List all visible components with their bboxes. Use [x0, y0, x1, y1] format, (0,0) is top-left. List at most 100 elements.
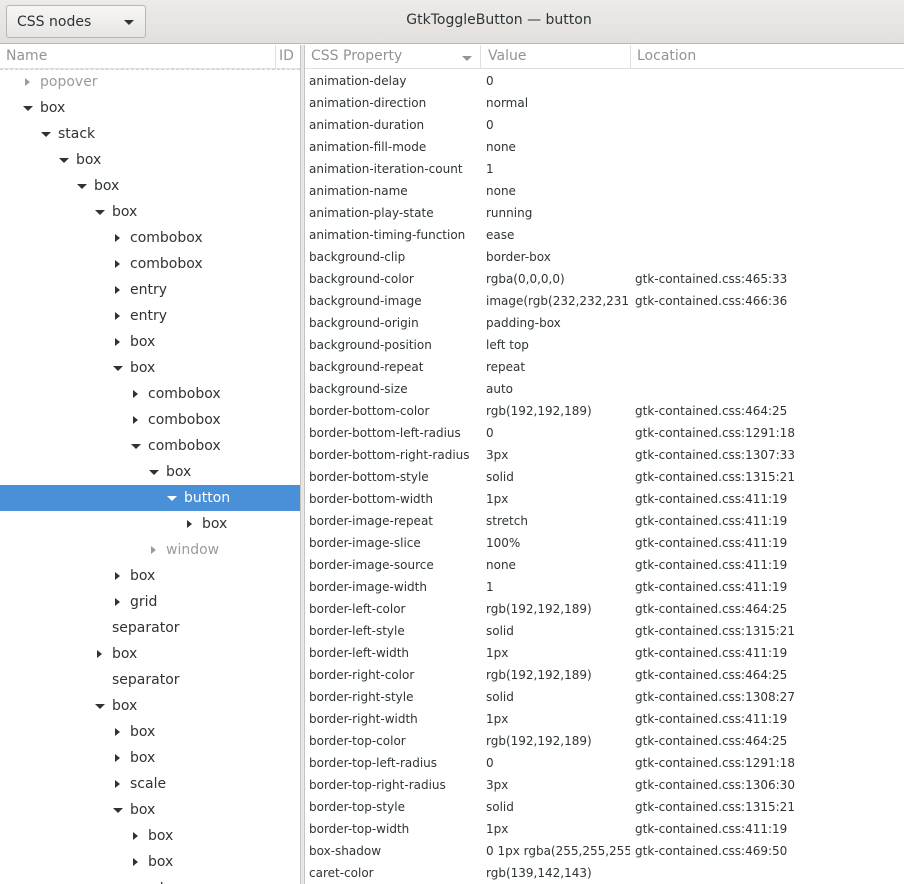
expander-open-icon[interactable]	[59, 158, 69, 163]
expander-closed-icon[interactable]	[115, 312, 120, 320]
property-row[interactable]: background-image image(rgb(232,232,231)) g…	[305, 290, 904, 312]
property-row[interactable]: animation-play-state running	[305, 202, 904, 224]
property-row[interactable]: border-bottom-style solid gtk-contained.cs…	[305, 466, 904, 488]
tree-row[interactable]: scale	[0, 771, 300, 797]
expander-closed-icon[interactable]	[115, 234, 120, 242]
property-row[interactable]: border-right-width 1px gtk-contained.css:4…	[305, 708, 904, 730]
css-property-list[interactable]: CSS Property Value Location animation-de…	[305, 45, 904, 884]
tree-row[interactable]: box	[0, 563, 300, 589]
tree-row[interactable]: entry	[0, 303, 300, 329]
column-header-name[interactable]: Name	[6, 48, 47, 64]
property-row[interactable]: border-right-color rgb(192,192,189) gtk-co…	[305, 664, 904, 686]
property-row[interactable]: border-bottom-width 1px gtk-contained.css:…	[305, 488, 904, 510]
tree-row[interactable]: box	[0, 95, 300, 121]
tree-row[interactable]: box	[0, 797, 300, 823]
tree-row[interactable]: box	[0, 199, 300, 225]
tree-row[interactable]: box	[0, 355, 300, 381]
expander-open-icon[interactable]	[77, 184, 87, 189]
column-header-value[interactable]: Value	[488, 48, 526, 64]
tree-row[interactable]: combobox	[0, 381, 300, 407]
property-row[interactable]: border-image-width 1 gtk-contained.css:411…	[305, 576, 904, 598]
expander-open-icon[interactable]	[113, 366, 123, 371]
expander-closed-icon[interactable]	[115, 780, 120, 788]
tree-row[interactable]: stack	[0, 121, 300, 147]
expander-closed-icon[interactable]	[25, 78, 30, 86]
expander-closed-icon[interactable]	[115, 754, 120, 762]
property-row[interactable]: border-image-slice 100% gtk-contained.css:…	[305, 532, 904, 554]
expander-open-icon[interactable]	[95, 704, 105, 709]
expander-closed-icon[interactable]	[133, 858, 138, 866]
property-row[interactable]: border-left-color rgb(192,192,189) gtk-con…	[305, 598, 904, 620]
expander-open-icon[interactable]	[41, 132, 51, 137]
tree-row[interactable]: window	[0, 537, 300, 563]
property-row[interactable]: animation-iteration-count 1	[305, 158, 904, 180]
property-row[interactable]: border-top-right-radius 3px gtk-contained.…	[305, 774, 904, 796]
tree-row[interactable]: button	[0, 485, 300, 511]
column-header-location[interactable]: Location	[637, 48, 696, 64]
tree-row[interactable]: box	[0, 329, 300, 355]
tree-row[interactable]: combobox	[0, 225, 300, 251]
property-row[interactable]: background-clip border-box	[305, 246, 904, 268]
tree-row[interactable]: combobox	[0, 433, 300, 459]
tree-row[interactable]: combobox	[0, 407, 300, 433]
property-row[interactable]: border-bottom-right-radius 3px gtk-contain…	[305, 444, 904, 466]
tree-row[interactable]: box	[0, 641, 300, 667]
property-row[interactable]: background-position left top	[305, 334, 904, 356]
expander-open-icon[interactable]	[149, 470, 159, 475]
expander-open-icon[interactable]	[167, 496, 177, 501]
column-header-id[interactable]: ID	[279, 48, 294, 64]
property-row[interactable]: caret-color rgb(139,142,143)	[305, 862, 904, 884]
property-row[interactable]: border-right-style solid gtk-contained.css…	[305, 686, 904, 708]
tree-row[interactable]: box	[0, 693, 300, 719]
property-row[interactable]: animation-direction normal	[305, 92, 904, 114]
expander-closed-icon[interactable]	[97, 650, 102, 658]
expander-closed-icon[interactable]	[133, 390, 138, 398]
property-row[interactable]: border-top-width 1px gtk-contained.css:411…	[305, 818, 904, 840]
tree-row[interactable]: box	[0, 147, 300, 173]
property-row[interactable]: box-shadow 0 1px rgba(255,255,255,… gtk-co…	[305, 840, 904, 862]
expander-closed-icon[interactable]	[115, 286, 120, 294]
tree-row[interactable]: separator	[0, 875, 300, 884]
tree-row[interactable]: box	[0, 745, 300, 771]
mode-dropdown[interactable]: CSS nodes	[6, 5, 146, 38]
property-row[interactable]: background-origin padding-box	[305, 312, 904, 334]
expander-closed-icon[interactable]	[115, 728, 120, 736]
column-header-css-property[interactable]: CSS Property	[311, 48, 402, 64]
property-row[interactable]: animation-name none	[305, 180, 904, 202]
property-row[interactable]: border-top-color rgb(192,192,189) gtk-cont…	[305, 730, 904, 752]
property-row[interactable]: background-size auto	[305, 378, 904, 400]
expander-closed-icon[interactable]	[115, 260, 120, 268]
property-row[interactable]: animation-delay 0	[305, 70, 904, 92]
property-row[interactable]: animation-duration 0	[305, 114, 904, 136]
tree-row[interactable]: box	[0, 511, 300, 537]
expander-closed-icon[interactable]	[133, 832, 138, 840]
tree-row[interactable]: popover	[0, 69, 300, 95]
expander-closed-icon[interactable]	[187, 520, 192, 528]
tree-row[interactable]: box	[0, 173, 300, 199]
expander-closed-icon[interactable]	[133, 416, 138, 424]
tree-row[interactable]: entry	[0, 277, 300, 303]
property-row[interactable]: border-top-left-radius 0 gtk-contained.css…	[305, 752, 904, 774]
property-row[interactable]: border-top-style solid gtk-contained.css:1…	[305, 796, 904, 818]
property-row[interactable]: border-image-source none gtk-contained.css…	[305, 554, 904, 576]
property-row[interactable]: animation-timing-function ease	[305, 224, 904, 246]
expander-open-icon[interactable]	[113, 808, 123, 813]
property-row[interactable]: background-color rgba(0,0,0,0) gtk-contain…	[305, 268, 904, 290]
expander-closed-icon[interactable]	[115, 572, 120, 580]
tree-row[interactable]: separator	[0, 667, 300, 693]
property-row[interactable]: border-left-width 1px gtk-contained.css:41…	[305, 642, 904, 664]
expander-closed-icon[interactable]	[115, 338, 120, 346]
css-node-tree[interactable]: Name ID popover box stack box box box combobox…	[0, 45, 300, 884]
tree-row[interactable]: combobox	[0, 251, 300, 277]
expander-open-icon[interactable]	[131, 444, 141, 449]
property-row[interactable]: border-bottom-left-radius 0 gtk-contained.…	[305, 422, 904, 444]
expander-closed-icon[interactable]	[151, 546, 156, 554]
tree-row[interactable]: box	[0, 849, 300, 875]
property-row[interactable]: background-repeat repeat	[305, 356, 904, 378]
tree-row[interactable]: box	[0, 823, 300, 849]
property-row[interactable]: border-bottom-color rgb(192,192,189) gtk-c…	[305, 400, 904, 422]
tree-row[interactable]: box	[0, 719, 300, 745]
tree-row[interactable]: separator	[0, 615, 300, 641]
property-row[interactable]: border-image-repeat stretch gtk-contained.…	[305, 510, 904, 532]
tree-row[interactable]: box	[0, 459, 300, 485]
